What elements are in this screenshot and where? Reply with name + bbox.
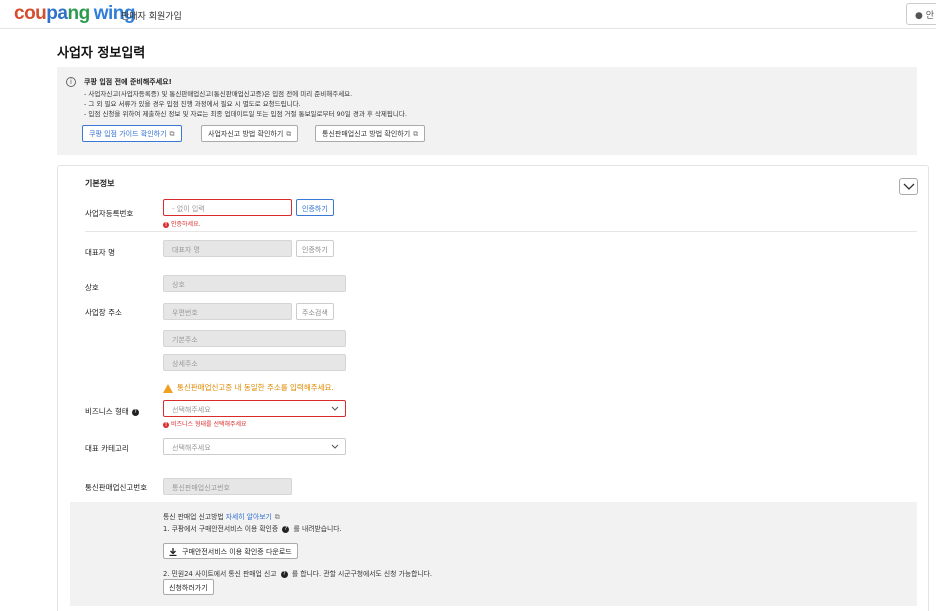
- apply-button[interactable]: 신청하러가기: [163, 579, 214, 595]
- company-name-label: 상호: [85, 283, 99, 292]
- help-icon[interactable]: ?: [282, 525, 290, 533]
- section-title: 기본정보: [85, 179, 115, 188]
- address-label: 사업장 주소: [85, 308, 122, 317]
- ecommerce-report-guide-button[interactable]: 통신판매업신고 방법 확인하기 ⧉: [315, 125, 426, 142]
- notice-box: i 쿠팡 입점 전에 준비해주세요! - 사업자신고(사업자등록증) 및 통신판…: [57, 67, 917, 155]
- ecommerce-number-input: 통신판매업신고번호: [163, 478, 292, 495]
- address-warning: 통신판매업신고증 내 동일한 주소를 입력해주세요.: [163, 382, 334, 393]
- notice-line: - 입점 신청을 위하여 제출하신 정보 및 자료는 최종 업데이트일 또는 입…: [84, 110, 407, 118]
- error-icon: !: [163, 221, 169, 228]
- external-link-icon: ⧉: [169, 130, 175, 138]
- help-icon[interactable]: ?: [131, 408, 139, 416]
- business-number-error: ! 인증하세요.: [163, 221, 201, 228]
- page-title: 사업자 정보입력: [57, 46, 146, 61]
- business-type-select[interactable]: 선택해주세요: [163, 400, 346, 417]
- header-subtitle: 판매자 회원가입: [121, 12, 182, 22]
- error-icon: !: [163, 421, 169, 428]
- business-type-label: 비즈니스 형태?: [85, 406, 139, 417]
- external-link-icon: ⧉: [286, 130, 292, 138]
- guide-heading: 통신 판매업 신고방법 자세히 알아보기 ⧉: [163, 513, 280, 521]
- collapse-button[interactable]: [899, 178, 918, 195]
- chevron-down-icon: [903, 183, 915, 190]
- base-address-input: 기본주소: [163, 330, 346, 347]
- business-type-error: ! 비즈니스 형태를 선택해주세요: [163, 421, 247, 428]
- ecommerce-number-label: 통신판매업신고번호: [85, 483, 148, 492]
- chevron-down-icon: [331, 406, 339, 411]
- representative-input: 대표자 명: [163, 240, 292, 257]
- representative-label: 대표자 명: [85, 248, 115, 257]
- business-number-verify-button[interactable]: 인증하기: [296, 199, 334, 216]
- external-link-icon: ⧉: [274, 513, 280, 521]
- download-icon: [169, 548, 177, 556]
- chevron-down-icon: [331, 444, 339, 449]
- top-header: coupang wing 판매자 회원가입 ● 안: [0, 0, 936, 29]
- category-label: 대표 카테고리: [85, 444, 129, 453]
- download-certificate-button[interactable]: 구매안전서비스 이용 확인증 다운로드: [163, 543, 298, 559]
- notice-line: - 사업자신고(사업자등록증) 및 통신판매업신고(통신판매업신고증)은 입점 …: [84, 90, 353, 98]
- company-name-input: 상호: [163, 275, 346, 292]
- address-search-button[interactable]: 주소검색: [296, 303, 334, 320]
- zip-code-input: 우편번호: [163, 303, 292, 320]
- business-report-guide-button[interactable]: 사업자신고 방법 확인하기 ⧉: [201, 125, 299, 142]
- learn-more-link[interactable]: 자세히 알아보기: [226, 513, 272, 521]
- coupang-wing-logo[interactable]: coupang wing: [14, 4, 135, 24]
- business-number-label: 사업자등록번호: [85, 209, 134, 218]
- guide-step-2: 2. 민원24 사이트에서 통신 판매업 신고 ? 를 합니다. 관할 시군구청…: [163, 570, 433, 578]
- category-select[interactable]: 선택해주세요: [163, 438, 346, 455]
- external-link-icon: ⧉: [413, 130, 419, 138]
- representative-verify-button: 인증하기: [296, 240, 334, 257]
- warning-icon: [163, 383, 173, 393]
- notice-title: 쿠팡 입점 전에 준비해주세요!: [84, 78, 172, 86]
- help-icon[interactable]: ?: [280, 570, 288, 578]
- info-icon: i: [66, 77, 76, 87]
- notice-line: - 그 외 필요 서류가 있을 경우 입점 진행 과정에서 필요 시 별도로 요…: [84, 100, 301, 108]
- detail-address-input[interactable]: 상세주소: [163, 354, 346, 371]
- coupang-guide-button[interactable]: 쿠팡 입점 가이드 확인하기 ⧉: [82, 125, 182, 142]
- guide-step-1: 1. 쿠팡에서 구매안전서비스 이용 확인증 ? 를 내려받습니다.: [163, 525, 342, 533]
- divider: [85, 231, 917, 232]
- language-button[interactable]: ● 안: [906, 3, 936, 25]
- business-number-input[interactable]: - 없이 입력: [163, 199, 292, 216]
